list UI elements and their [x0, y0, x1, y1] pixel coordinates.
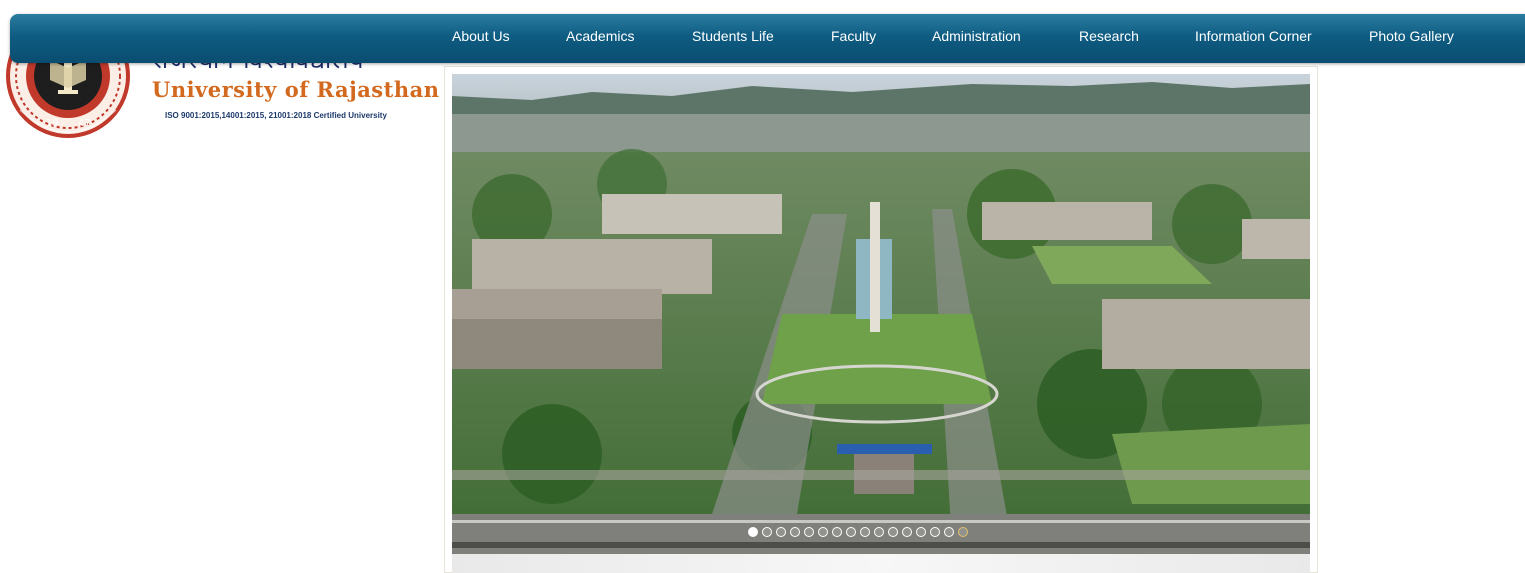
slider-dot[interactable]: [762, 527, 772, 537]
nav-item-administration[interactable]: Administration: [932, 14, 1021, 63]
slider-dot[interactable]: [790, 527, 800, 537]
nav-item-about-us[interactable]: About Us: [452, 14, 510, 63]
campus-aerial-photo[interactable]: [452, 74, 1310, 554]
page: About Us Academics Students Life Faculty…: [0, 0, 1525, 573]
slider-pagination: [748, 527, 968, 539]
slider-dot[interactable]: [860, 527, 870, 537]
slider-dot[interactable]: [944, 527, 954, 537]
main-navigation: About Us Academics Students Life Faculty…: [10, 14, 1525, 63]
slider-dot[interactable]: [902, 527, 912, 537]
iso-certification-text: ISO 9001:2015,14001:2015, 21001:2018 Cer…: [165, 111, 387, 120]
nav-item-faculty[interactable]: Faculty: [831, 14, 876, 63]
slider-dot[interactable]: [776, 527, 786, 537]
nav-item-research[interactable]: Research: [1079, 14, 1139, 63]
slider-dot[interactable]: [916, 527, 926, 537]
slider-dot[interactable]: [832, 527, 842, 537]
slider-dot[interactable]: [818, 527, 828, 537]
university-name[interactable]: University of Rajasthan: [152, 77, 439, 102]
slider-dot[interactable]: [874, 527, 884, 537]
slider-dot[interactable]: [958, 527, 968, 537]
slider-dot[interactable]: [930, 527, 940, 537]
nav-item-academics[interactable]: Academics: [566, 14, 634, 63]
nav-item-students-life[interactable]: Students Life: [692, 14, 774, 63]
slider-dot[interactable]: [846, 527, 856, 537]
slider-dot[interactable]: [888, 527, 898, 537]
nav-item-photo-gallery[interactable]: Photo Gallery: [1369, 14, 1454, 63]
campus-photo-graphic: [452, 74, 1310, 554]
nav-item-information-corner[interactable]: Information Corner: [1195, 14, 1312, 63]
slider-dot[interactable]: [804, 527, 814, 537]
slider-caption-bar: [452, 554, 1310, 573]
slider-dot[interactable]: [748, 527, 758, 537]
